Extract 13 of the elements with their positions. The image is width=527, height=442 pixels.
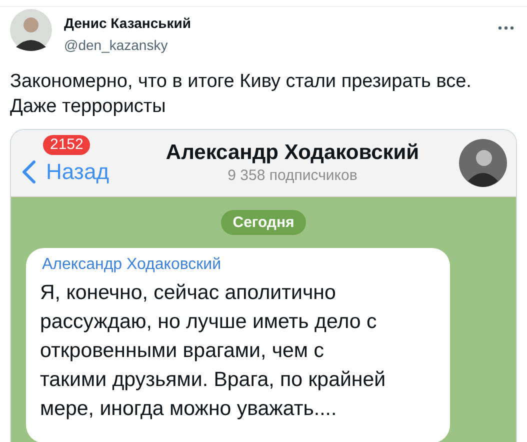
unread-badge: 2152 bbox=[43, 135, 90, 155]
author-handle[interactable]: @den_kazansky bbox=[64, 35, 498, 55]
more-icon[interactable] bbox=[498, 26, 514, 30]
channel-title: Александр Ходаковский bbox=[166, 140, 420, 166]
message-sender: Александр Ходаковский bbox=[42, 256, 222, 274]
author-name[interactable]: Денис Казанський bbox=[64, 14, 498, 32]
channel-avatar-icon[interactable] bbox=[459, 139, 507, 187]
avatar-icon[interactable] bbox=[10, 9, 52, 51]
date-chip: Сегодня bbox=[220, 210, 306, 235]
message-text: Я, конечно, сейчас аполитично рассуждаю, но лучше иметь дело с откровенными врагами, чем с такими друзьями. Врага, по крайней мере, иногда можно уважать.... bbox=[40, 280, 387, 422]
back-icon[interactable] bbox=[22, 160, 36, 184]
subscriber-count: 9 358 подписчиков bbox=[228, 166, 358, 186]
tweet-text: Закономерно, что в итоге Киву стали презирать все. Даже террористы bbox=[10, 70, 472, 119]
